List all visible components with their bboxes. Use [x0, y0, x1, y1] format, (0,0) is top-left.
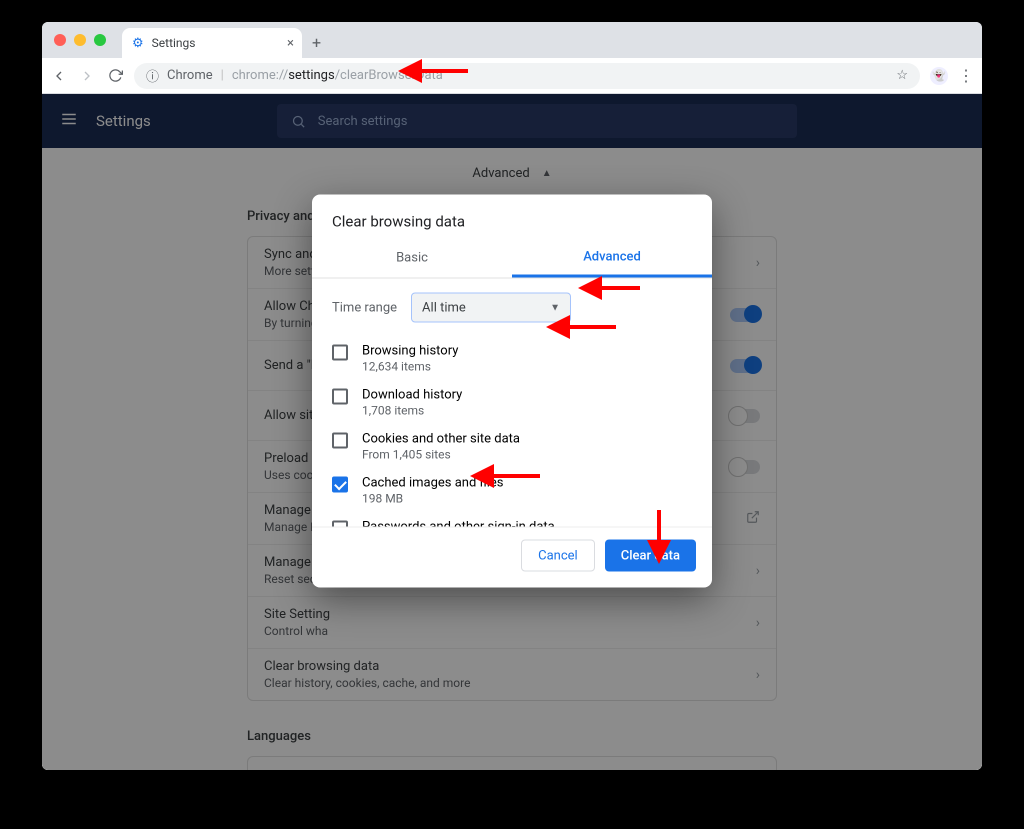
tab-advanced[interactable]: Advanced — [512, 239, 712, 278]
address-bar[interactable]: ⓘ Chrome | chrome://settings/clearBrowse… — [134, 63, 920, 89]
browser-tab[interactable]: ⚙ Settings × — [122, 28, 302, 58]
tab-title: Settings — [152, 36, 196, 50]
dropdown-caret-icon: ▼ — [550, 302, 560, 313]
modal-actions: Cancel Clear data — [312, 527, 712, 588]
omnibox-separator: | — [221, 68, 224, 83]
reload-button[interactable] — [106, 68, 124, 83]
opt-cached-files[interactable]: Cached images and files198 MB — [322, 469, 702, 513]
opt-browsing-history[interactable]: Browsing history12,634 items — [322, 337, 702, 381]
options-list: Browsing history12,634 items Download hi… — [312, 331, 712, 527]
page-content: Settings Search settings Advanced ▲ Priv… — [42, 94, 982, 770]
checkbox-checked[interactable] — [332, 477, 348, 493]
checkbox[interactable] — [332, 521, 348, 527]
minimize-window-icon[interactable] — [74, 34, 86, 46]
modal-title: Clear browsing data — [312, 195, 712, 239]
clear-data-button[interactable]: Clear data — [605, 540, 696, 572]
kebab-menu-icon[interactable]: ⋮ — [958, 66, 974, 85]
opt-cookies[interactable]: Cookies and other site dataFrom 1,405 si… — [322, 425, 702, 469]
time-range-row: Time range All time ▼ — [312, 279, 712, 331]
tab-basic[interactable]: Basic — [312, 239, 512, 278]
new-tab-button[interactable]: + — [312, 33, 321, 52]
time-range-label: Time range — [332, 300, 397, 315]
modal-tabs: Basic Advanced — [312, 239, 712, 279]
forward-button[interactable] — [78, 68, 96, 84]
clear-browsing-data-modal: Clear browsing data Basic Advanced Time … — [312, 195, 712, 588]
omnibox-url: chrome://settings/clearBrowserData — [232, 68, 443, 83]
back-button[interactable] — [50, 68, 68, 84]
checkbox[interactable] — [332, 345, 348, 361]
bookmark-star-icon[interactable]: ☆ — [896, 68, 908, 83]
window-controls[interactable] — [54, 34, 106, 46]
checkbox[interactable] — [332, 433, 348, 449]
toolbar: ⓘ Chrome | chrome://settings/clearBrowse… — [42, 58, 982, 94]
site-info-icon[interactable]: ⓘ — [146, 66, 159, 85]
browser-window: ⚙ Settings × + ⓘ Chrome | chrome://setti… — [42, 22, 982, 770]
tab-strip: ⚙ Settings × + — [42, 22, 982, 58]
opt-passwords[interactable]: Passwords and other sign-in data81 passw… — [322, 513, 702, 527]
settings-gear-icon: ⚙ — [132, 36, 144, 51]
opt-download-history[interactable]: Download history1,708 items — [322, 381, 702, 425]
cancel-button[interactable]: Cancel — [521, 540, 595, 572]
close-window-icon[interactable] — [54, 34, 66, 46]
tab-close-icon[interactable]: × — [287, 36, 294, 51]
maximize-window-icon[interactable] — [94, 34, 106, 46]
omnibox-origin: Chrome — [167, 68, 213, 83]
checkbox[interactable] — [332, 389, 348, 405]
extension-icon[interactable]: 👻 — [930, 67, 948, 85]
time-range-select[interactable]: All time ▼ — [411, 293, 571, 323]
